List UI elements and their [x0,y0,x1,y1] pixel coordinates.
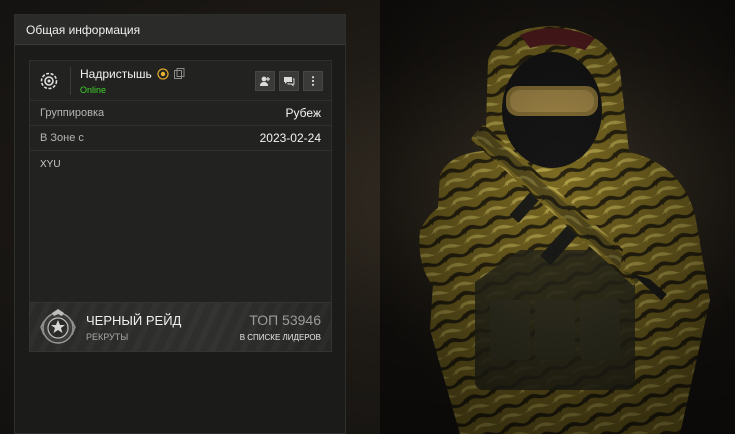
divider [70,66,71,95]
clan-card[interactable]: ЧЕРНЫЙ РЕЙД РЕКРУТЫ ТОП 53946 В СПИСКЕ Л… [29,302,332,352]
character-render [380,0,735,434]
leaderboard-caption: В СПИСКЕ ЛИДЕРОВ [239,333,321,342]
chat-icon [284,76,295,87]
player-bio: XYU [40,159,61,170]
zone-since-label: В Зоне с [40,132,84,144]
player-card: Надристышь Online Группировка Рубеж В Зо… [29,60,332,338]
faction-value: Рубеж [285,106,321,120]
more-vertical-icon [311,75,315,86]
player-actions [255,70,323,91]
clan-emblem-icon [40,309,76,344]
online-status: Online [80,84,107,95]
achievement-badge-icon[interactable] [157,67,169,80]
faction-label: Группировка [40,107,105,119]
clan-rank: РЕКРУТЫ [86,331,129,342]
player-info: Надристышь Online [80,67,255,95]
panel-header: Общая информация [15,15,345,45]
zone-since-value: 2023-02-24 [259,131,321,145]
settings-gear-icon[interactable] [38,70,60,92]
leaderboard-position: ТОП 53946 [249,312,321,328]
player-row: Надристышь Online [30,61,331,101]
add-user-icon [260,76,270,86]
panel-title: Общая информация [26,22,141,37]
clan-name: ЧЕРНЫЙ РЕЙД [86,312,182,328]
add-friend-button[interactable] [255,70,275,91]
more-options-button[interactable] [303,70,323,91]
player-name: Надристышь [80,66,152,81]
faction-row: Группировка Рубеж [30,101,331,126]
message-button[interactable] [279,70,299,91]
zone-since-row: В Зоне с 2023-02-24 [30,126,331,151]
general-info-panel: Общая информация Надристышь Online Групп… [14,14,346,434]
copy-icon[interactable] [173,68,185,79]
